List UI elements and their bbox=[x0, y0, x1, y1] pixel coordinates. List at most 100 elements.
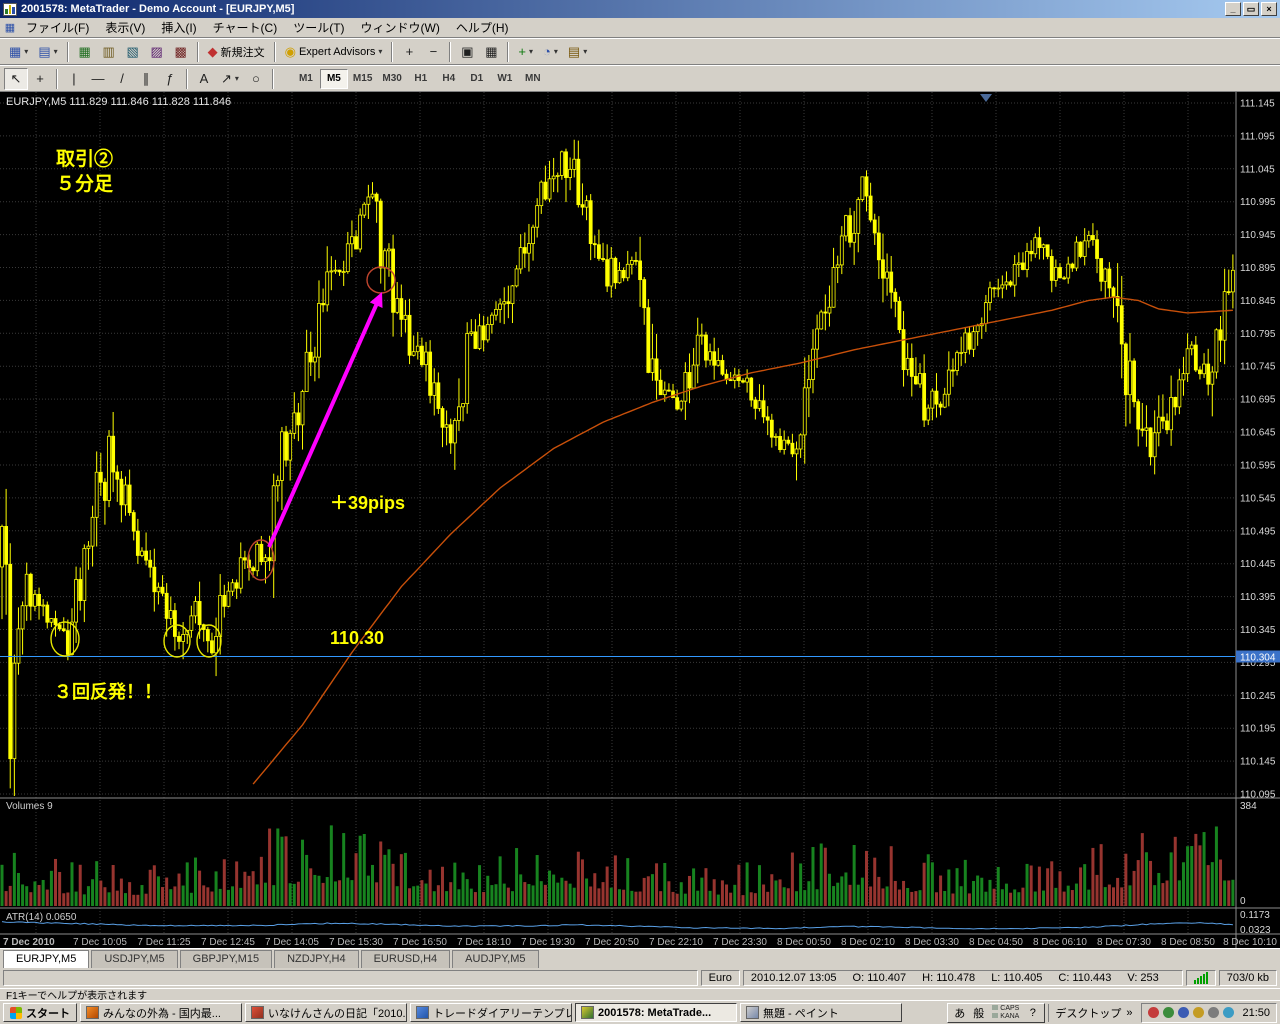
desktop-toolbar[interactable]: デスクトップ » bbox=[1048, 1004, 1138, 1022]
menu-tools[interactable]: ツール(T) bbox=[285, 18, 352, 37]
chart-tab-nzdjpy-h4[interactable]: NZDJPY,H4 bbox=[274, 950, 358, 968]
zoom-in-button[interactable]: + bbox=[397, 41, 421, 63]
indicators-list-button[interactable]: +▾ bbox=[513, 41, 538, 63]
chart-canvas[interactable]: 取引②５分足＋39pips110.30３回反発！！111.145111.0951… bbox=[0, 92, 1280, 948]
toolbar-separator bbox=[186, 69, 188, 89]
tile-windows-icon: ▦ bbox=[485, 45, 497, 58]
text-label-button[interactable]: A bbox=[192, 68, 216, 90]
svg-text:３回反発！！: ３回反発！！ bbox=[54, 681, 162, 702]
vertical-line-button[interactable]: | bbox=[62, 68, 86, 90]
menu-window[interactable]: ウィンドウ(W) bbox=[353, 18, 448, 37]
ime-conversion-mode-button[interactable]: 般 bbox=[970, 1005, 987, 1021]
crosshair-icon: + bbox=[36, 72, 44, 85]
symbol-quote-overlay: EURJPY,M5 111.829 111.846 111.828 111.84… bbox=[6, 96, 231, 108]
tile-windows-button[interactable]: ▦ bbox=[479, 41, 503, 63]
timeframe-h4-button[interactable]: H4 bbox=[435, 69, 463, 89]
horizontal-line-button[interactable]: — bbox=[86, 68, 110, 90]
data-window-button[interactable]: ▥ bbox=[97, 41, 121, 63]
taskbar-task-button[interactable]: 無題 - ペイント bbox=[740, 1003, 902, 1022]
expert-advisors-button[interactable]: ◉Expert Advisors▾ bbox=[280, 41, 388, 63]
chart-tab-eurusd-h4[interactable]: EURUSD,H4 bbox=[361, 950, 451, 968]
timeframe-mn-button[interactable]: MN bbox=[519, 69, 547, 89]
toolbar-separator bbox=[67, 42, 69, 62]
svg-text:110.445: 110.445 bbox=[1240, 559, 1276, 570]
tray-network-icon[interactable] bbox=[1178, 1007, 1189, 1018]
data-window-icon: ▥ bbox=[102, 45, 114, 58]
zoom-out-button[interactable]: − bbox=[421, 41, 445, 63]
arrow-objects-icon: ↗ bbox=[221, 72, 232, 85]
arrow-objects-button[interactable]: ↗▾ bbox=[216, 68, 244, 90]
fibonacci-button[interactable]: ƒ bbox=[158, 68, 182, 90]
taskbar-task-button[interactable]: みんなの外為 - 国内最... bbox=[80, 1003, 242, 1022]
cascade-windows-button[interactable]: ▣ bbox=[455, 41, 479, 63]
ellipse-object-button[interactable]: ○ bbox=[244, 68, 268, 90]
timeframe-h1-button[interactable]: H1 bbox=[407, 69, 435, 89]
chart-tab-usdjpy-m5[interactable]: USDJPY,M5 bbox=[91, 950, 177, 968]
status-symbol-description: Euro bbox=[701, 970, 740, 986]
trendline-button[interactable]: / bbox=[110, 68, 134, 90]
menu-view[interactable]: 表示(V) bbox=[97, 18, 153, 37]
periods-icon: ◔ bbox=[543, 45, 551, 58]
menu-file[interactable]: ファイル(F) bbox=[18, 18, 97, 37]
chart-window-icon: ▦ bbox=[2, 21, 18, 34]
tray-update-icon[interactable] bbox=[1193, 1007, 1204, 1018]
equidistant-channel-button[interactable]: ∥ bbox=[134, 68, 158, 90]
connection-signal-icon bbox=[1194, 972, 1208, 984]
crosshair-button[interactable]: + bbox=[28, 68, 52, 90]
menu-charts[interactable]: チャート(C) bbox=[205, 18, 286, 37]
indicators-list-icon: + bbox=[518, 45, 526, 58]
market-watch-button[interactable]: ▦ bbox=[73, 41, 97, 63]
svg-text:7 Dec 19:30: 7 Dec 19:30 bbox=[521, 937, 575, 948]
taskbar-clock: 21:50 bbox=[1242, 1007, 1270, 1019]
navigator-button[interactable]: ▧ bbox=[121, 41, 145, 63]
svg-text:110.645: 110.645 bbox=[1240, 428, 1276, 439]
status-bar-close: C: 110.443 bbox=[1058, 972, 1111, 984]
chart-tab-eurjpy-m5[interactable]: EURJPY,M5 bbox=[3, 950, 89, 968]
chart-tab-audjpy-m5[interactable]: AUDJPY,M5 bbox=[452, 950, 538, 968]
svg-text:111.145: 111.145 bbox=[1240, 99, 1275, 110]
toolbar-separator bbox=[391, 42, 393, 62]
chart-tabs: EURJPY,M5USDJPY,M5GBPJPY,M15NZDJPY,H4EUR… bbox=[0, 948, 1280, 968]
tray-ime-icon[interactable] bbox=[1163, 1007, 1174, 1018]
strategy-tester-icon: ▩ bbox=[174, 45, 186, 58]
new-chart-button[interactable]: ▦▾ bbox=[4, 41, 33, 63]
periods-button[interactable]: ◔▾ bbox=[538, 41, 563, 63]
taskbar-task-button[interactable]: いなけんさんの日記「2010... bbox=[245, 1003, 407, 1022]
desktop-toolbar-expand-icon[interactable]: » bbox=[1126, 1007, 1132, 1019]
chart-profiles-button[interactable]: ▤▾ bbox=[33, 41, 62, 63]
timeframe-d1-button[interactable]: D1 bbox=[463, 69, 491, 89]
ime-input-mode-button[interactable]: あ bbox=[951, 1005, 968, 1021]
taskbar-task-button[interactable]: トレードダイアリーテンプレー... bbox=[410, 1003, 572, 1022]
terminal-button[interactable]: ▨ bbox=[145, 41, 169, 63]
blog-icon bbox=[251, 1006, 264, 1019]
status-traffic: 703/0 kb bbox=[1219, 970, 1277, 986]
ime-help-button[interactable]: ? bbox=[1024, 1005, 1041, 1021]
svg-text:110.545: 110.545 bbox=[1240, 493, 1276, 504]
restore-button[interactable]: ▭ bbox=[1243, 2, 1259, 16]
tray-volume-icon[interactable] bbox=[1208, 1007, 1219, 1018]
cursor-button[interactable]: ↖ bbox=[4, 68, 28, 90]
chart-tab-gbpjpy-m15[interactable]: GBPJPY,M15 bbox=[180, 950, 272, 968]
timeframe-m1-button[interactable]: M1 bbox=[292, 69, 320, 89]
start-button[interactable]: スタート bbox=[3, 1003, 77, 1022]
toolbar-separator bbox=[272, 69, 274, 89]
templates-button[interactable]: ▤▾ bbox=[563, 41, 592, 63]
tray-antivirus-icon[interactable] bbox=[1148, 1007, 1159, 1018]
close-button[interactable]: × bbox=[1261, 2, 1277, 16]
text-label-icon: A bbox=[200, 72, 209, 85]
strategy-tester-button[interactable]: ▩ bbox=[169, 41, 193, 63]
timeframe-m15-button[interactable]: M15 bbox=[348, 69, 377, 89]
tray-display-icon[interactable] bbox=[1223, 1007, 1234, 1018]
firefox-icon bbox=[86, 1006, 99, 1019]
menu-insert[interactable]: 挿入(I) bbox=[153, 18, 204, 37]
taskbar-task-label: みんなの外為 - 国内最... bbox=[103, 1005, 221, 1021]
toolbar-separator bbox=[507, 42, 509, 62]
timeframe-w1-button[interactable]: W1 bbox=[491, 69, 519, 89]
svg-text:110.595: 110.595 bbox=[1240, 460, 1276, 471]
timeframe-m30-button[interactable]: M30 bbox=[377, 69, 406, 89]
menu-help[interactable]: ヘルプ(H) bbox=[448, 18, 517, 37]
minimize-button[interactable]: _ bbox=[1225, 2, 1241, 16]
new-order-button[interactable]: ◆新規注文 bbox=[203, 41, 270, 63]
taskbar-task-button[interactable]: 2001578: MetaTrade... bbox=[575, 1003, 737, 1022]
timeframe-m5-button[interactable]: M5 bbox=[320, 69, 348, 89]
